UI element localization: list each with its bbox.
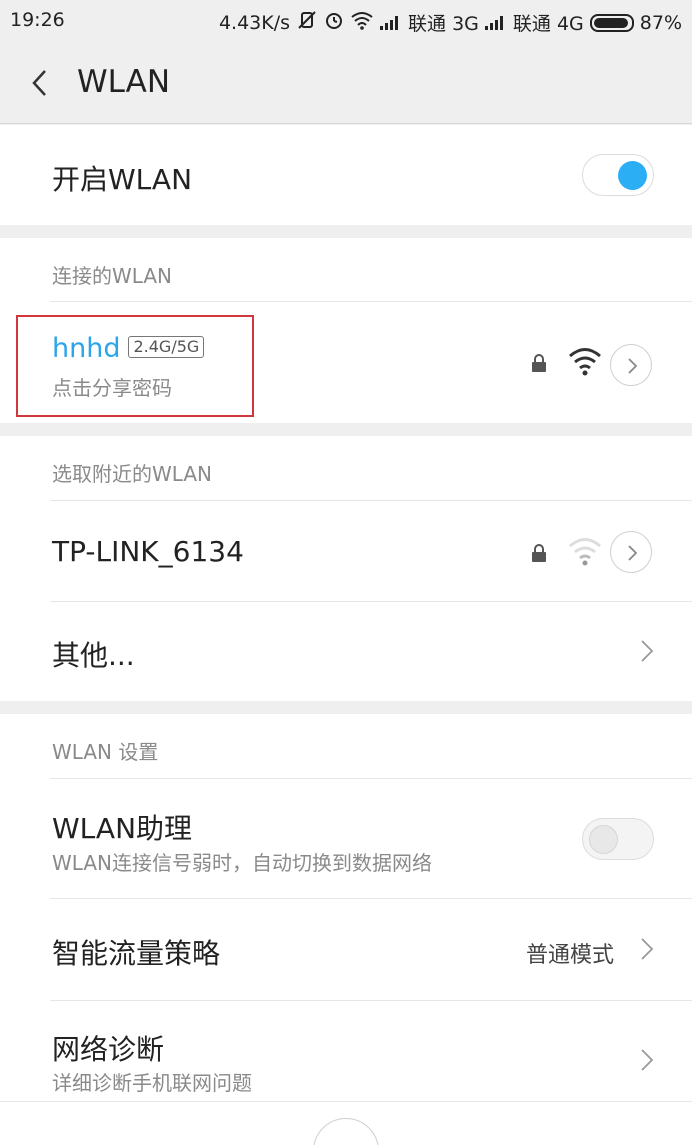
nearby-network-row[interactable]: TP-LINK_6134 [0, 501, 692, 601]
toggle-knob [618, 161, 647, 190]
battery-percent: 87% [639, 11, 682, 34]
carrier2: 联通 4G [512, 13, 584, 35]
wlan-toggle-row[interactable]: 开启WLAN [0, 125, 692, 225]
chevron-right-icon [640, 639, 654, 663]
other-network-label: 其他... [52, 639, 135, 672]
toggle-knob [589, 825, 618, 854]
wlan-toggle-switch[interactable] [582, 154, 654, 196]
chevron-right-icon [640, 1048, 654, 1072]
page-title: WLAN [77, 64, 171, 100]
vibrate-off-icon [296, 10, 318, 35]
nearby-network-name: TP-LINK_6134 [52, 535, 244, 568]
divider [0, 1101, 692, 1102]
network-detail-button[interactable] [610, 344, 652, 386]
lock-icon [531, 543, 547, 567]
status-time: 19:26 [10, 9, 65, 31]
title-bar: WLAN [0, 42, 692, 124]
signal-icon [380, 15, 402, 30]
back-arrow-icon[interactable] [30, 68, 50, 98]
wifi-signal-icon [568, 346, 602, 380]
signal-icon [484, 15, 507, 30]
settings-section-header: WLAN 设置 [52, 740, 159, 764]
status-icons: 4.43K/s 联通 3G 联通 4G 87% [219, 9, 682, 36]
wlan-assistant-switch[interactable] [582, 818, 654, 860]
highlight-box [16, 315, 254, 417]
lock-icon [531, 353, 547, 377]
nearby-section-header: 选取附近的WLAN [52, 462, 213, 486]
net-speed: 4.43K/s [218, 11, 291, 34]
chevron-right-icon [640, 937, 654, 961]
network-diagnose-row[interactable]: 网络诊断 详细诊断手机联网问题 [0, 1001, 692, 1101]
wlan-assistant-subtitle: WLAN连接信号弱时，自动切换到数据网络 [52, 851, 433, 875]
connected-section-header: 连接的WLAN [52, 264, 173, 288]
wlan-assistant-row[interactable]: WLAN助理 WLAN连接信号弱时，自动切换到数据网络 [0, 779, 692, 898]
status-bar: 19:26 4.43K/s 联通 3G 联通 4G 87% [0, 0, 692, 42]
traffic-policy-label: 智能流量策略 [52, 937, 221, 970]
alarm-icon [324, 10, 344, 35]
network-diagnose-subtitle: 详细诊断手机联网问题 [52, 1071, 252, 1095]
carrier1: 联通 3G [408, 13, 479, 35]
wlan-assistant-label: WLAN助理 [52, 812, 193, 845]
battery-icon [589, 13, 634, 32]
settings-section: WLAN 设置 WLAN助理 WLAN连接信号弱时，自动切换到数据网络 智能流量… [0, 714, 692, 1145]
nearby-section: 选取附近的WLAN TP-LINK_6134 其他... [0, 436, 692, 701]
traffic-policy-value: 普通模式 [525, 943, 614, 968]
network-diagnose-label: 网络诊断 [52, 1033, 165, 1066]
wifi-signal-weak-icon [568, 536, 602, 570]
other-network-row[interactable]: 其他... [0, 602, 692, 701]
network-detail-button[interactable] [610, 531, 652, 573]
wifi-status-icon [350, 10, 374, 35]
traffic-policy-row[interactable]: 智能流量策略 普通模式 [0, 899, 692, 1000]
wlan-toggle-label: 开启WLAN [52, 163, 193, 196]
